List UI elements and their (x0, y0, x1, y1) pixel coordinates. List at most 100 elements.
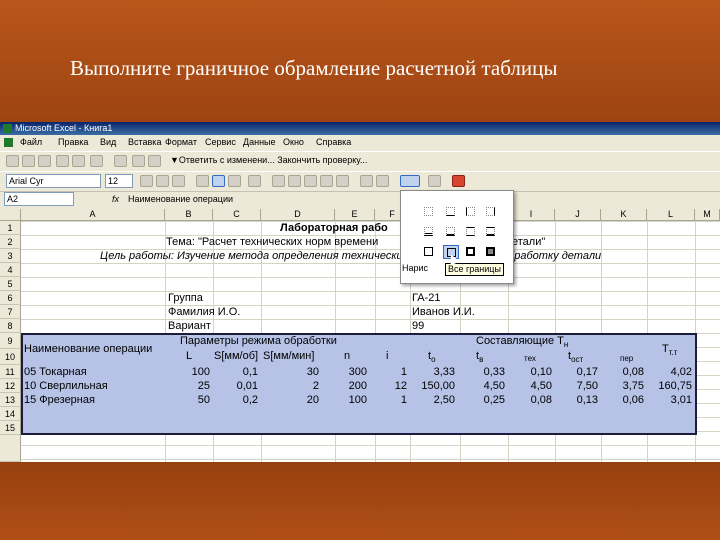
row-header-11[interactable]: 11 (0, 365, 21, 379)
cell-tv: 0,33 (483, 366, 505, 378)
row-header-4[interactable]: 4 (0, 263, 21, 277)
increase-indent-icon[interactable] (376, 175, 389, 187)
draw-borders-label[interactable]: Нарис (402, 262, 429, 275)
chart-icon[interactable] (56, 155, 69, 167)
reply-with-changes[interactable]: ▼Ответить с изменени... Закончить провер… (170, 155, 367, 165)
border-left-icon[interactable] (463, 205, 479, 219)
col-header-c[interactable]: C (213, 209, 261, 221)
col-header-b[interactable]: B (165, 209, 213, 221)
name-box[interactable]: A2 (4, 192, 74, 206)
row-header-12[interactable]: 12 (0, 379, 21, 393)
col-header-l[interactable]: L (647, 209, 695, 221)
cell-n: 300 (348, 366, 367, 378)
row-header-2[interactable]: 2 (0, 235, 21, 249)
fill-color-icon[interactable] (428, 175, 441, 187)
header-tex: тех (524, 354, 536, 363)
workbook-icon[interactable] (4, 138, 13, 147)
font-size-select[interactable]: 12 (105, 174, 133, 188)
spelling-icon[interactable] (114, 155, 127, 167)
menu-edit[interactable]: Правка (58, 135, 88, 150)
border-thick-outside-icon[interactable] (483, 245, 499, 259)
borders-icon[interactable] (400, 175, 420, 187)
menu-insert[interactable]: Вставка (128, 135, 161, 150)
cell-n: 200 (348, 380, 367, 392)
menu-file[interactable]: Файл (20, 135, 42, 150)
fx-icon[interactable]: fx (112, 194, 119, 204)
border-double-bottom-icon[interactable] (421, 225, 437, 239)
document-title: Книга1 (84, 123, 113, 133)
cell-L: 50 (197, 394, 210, 406)
print-icon[interactable] (72, 155, 85, 167)
open-icon[interactable] (22, 155, 35, 167)
increase-decimal-icon[interactable] (320, 175, 333, 187)
col-header-i[interactable]: I (508, 209, 555, 221)
percent-icon[interactable] (288, 175, 301, 187)
border-none-icon[interactable] (421, 205, 437, 219)
row-header-15[interactable]: 15 (0, 421, 21, 435)
col-header-d[interactable]: D (261, 209, 335, 221)
font-color-icon[interactable] (452, 175, 465, 187)
merge-center-icon[interactable] (248, 175, 261, 187)
cell-to: 150,00 (421, 380, 455, 392)
select-all-corner[interactable] (0, 209, 21, 221)
row-header-1[interactable]: 1 (0, 221, 21, 235)
cell-L: 100 (191, 366, 210, 378)
col-header-k[interactable]: K (601, 209, 647, 221)
decrease-indent-icon[interactable] (360, 175, 373, 187)
italic-icon[interactable] (156, 175, 169, 187)
thousands-icon[interactable] (304, 175, 317, 187)
menu-view[interactable]: Вид (100, 135, 116, 150)
border-top-bottom-icon[interactable] (463, 225, 479, 239)
cut-icon[interactable] (132, 155, 145, 167)
row-header-3[interactable]: 3 (0, 249, 21, 263)
cell-tt: 160,75 (658, 380, 692, 392)
save-icon[interactable] (38, 155, 51, 167)
menu-format[interactable]: Формат (165, 135, 197, 150)
border-right-icon[interactable] (483, 205, 499, 219)
border-thick-box-icon[interactable] (463, 245, 479, 259)
header-n: n (344, 350, 351, 362)
menu-help[interactable]: Справка (316, 135, 351, 150)
row-header-14[interactable]: 14 (0, 407, 21, 421)
row-header-9[interactable]: 9 (0, 333, 21, 349)
header-components: Составляющие Тн (476, 335, 568, 351)
align-right-icon[interactable] (228, 175, 241, 187)
row-header-7[interactable]: 7 (0, 305, 21, 319)
cell-op: 10 Сверлильная (24, 380, 108, 392)
col-header-e[interactable]: E (335, 209, 375, 221)
row-header-13[interactable]: 13 (0, 393, 21, 407)
menu-data[interactable]: Данные (243, 135, 276, 150)
cell-S1: 0,01 (236, 380, 258, 392)
cell-per: 3,75 (622, 380, 644, 392)
col-header-a[interactable]: A (21, 209, 165, 221)
row-header-8[interactable]: 8 (0, 319, 21, 333)
copy-icon[interactable] (148, 155, 161, 167)
align-center-icon[interactable] (212, 175, 225, 187)
row-header-6[interactable]: 6 (0, 291, 21, 305)
menu-tools[interactable]: Сервис (205, 135, 236, 150)
row-header-10[interactable]: 10 (0, 349, 21, 365)
name-value: Иванов И.И. (412, 306, 475, 318)
underline-icon[interactable] (172, 175, 185, 187)
cell-op: 15 Фрезерная (24, 394, 95, 406)
new-icon[interactable] (6, 155, 19, 167)
currency-icon[interactable] (272, 175, 285, 187)
excel-window: Microsoft Excel - Книга1 Файл Правка Вид… (0, 122, 720, 462)
cell-tt: 3,01 (670, 394, 692, 406)
worksheet-grid[interactable]: A B C D E F G H I J K L M 1 2 3 4 5 6 7 … (0, 209, 720, 462)
border-all-icon[interactable] (421, 245, 437, 259)
row-header-5[interactable]: 5 (0, 277, 21, 291)
align-left-icon[interactable] (196, 175, 209, 187)
bold-icon[interactable] (140, 175, 153, 187)
border-thick-bottom-icon[interactable] (443, 225, 459, 239)
col-header-m[interactable]: M (695, 209, 720, 221)
header-S-mm-min: S[мм/мин] (263, 350, 315, 362)
decrease-decimal-icon[interactable] (336, 175, 349, 187)
formula-content[interactable]: Наименование операции (128, 194, 233, 204)
border-bottom-icon[interactable] (443, 205, 459, 219)
border-top-thick-bottom-icon[interactable] (483, 225, 499, 239)
menu-window[interactable]: Окно (283, 135, 304, 150)
col-header-j[interactable]: J (555, 209, 601, 221)
font-name-select[interactable]: Arial Cyr (6, 174, 101, 188)
preview-icon[interactable] (90, 155, 103, 167)
